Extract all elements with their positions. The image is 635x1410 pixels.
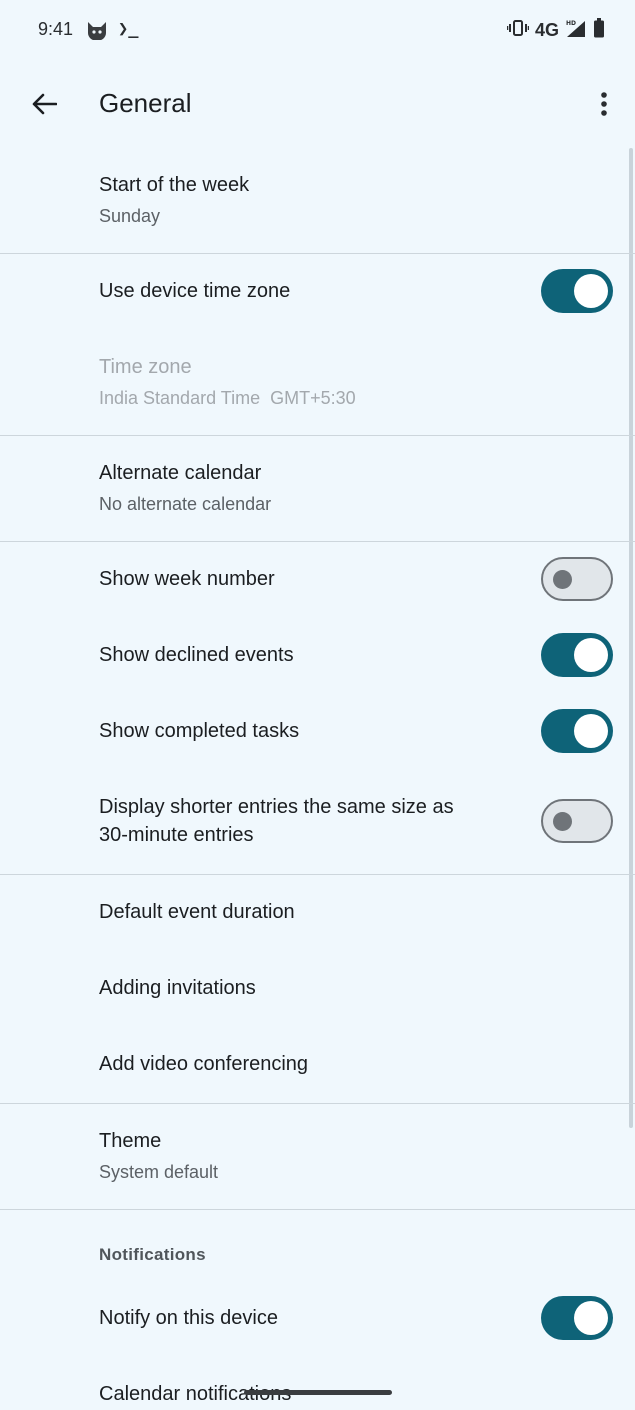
setting-title: Default event duration <box>99 901 295 923</box>
setting-title-line2: 30-minute entries <box>99 824 254 846</box>
setting-title: Adding invitations <box>99 977 256 999</box>
device-time-zone-toggle[interactable] <box>541 269 613 313</box>
setting-time-zone: Time zone India Standard Time GMT+5:30 <box>0 330 635 435</box>
setting-alternate-calendar[interactable]: Alternate calendar No alternate calendar <box>0 436 635 541</box>
toggle-knob <box>574 274 608 308</box>
hd-signal-icon: HD <box>565 18 587 43</box>
svg-text:HD: HD <box>566 20 576 27</box>
vibrate-icon <box>506 19 530 42</box>
status-bar: 9:41 ❯_ 4G HD <box>0 0 635 62</box>
completed-tasks-toggle[interactable] <box>541 709 613 753</box>
app-bar: General <box>0 62 635 146</box>
setting-title: Add video conferencing <box>99 1053 309 1075</box>
setting-add-video-conferencing[interactable]: Add video conferencing <box>0 1027 635 1103</box>
more-vert-icon[interactable] <box>591 86 617 122</box>
terminal-icon: ❯_ <box>118 19 139 39</box>
setting-title: Alternate calendar <box>99 462 262 484</box>
setting-title: Show completed tasks <box>99 720 300 742</box>
setting-title-line1: Display shorter entries the same size as <box>99 796 454 818</box>
setting-value: No alternate calendar <box>99 494 272 514</box>
home-indicator[interactable] <box>244 1390 392 1395</box>
page-title: General <box>99 88 192 118</box>
setting-value: System default <box>99 1162 219 1182</box>
toggle-knob <box>553 812 572 831</box>
toggle-knob <box>574 714 608 748</box>
notifications-section-header: Notifications <box>99 1245 206 1264</box>
setting-title: Theme <box>99 1130 162 1152</box>
setting-value: Sunday <box>99 206 161 226</box>
network-type: 4G <box>534 19 559 40</box>
status-time: 9:41 <box>38 19 74 39</box>
setting-calendar-notifications[interactable]: Calendar notifications <box>0 1356 635 1410</box>
setting-theme[interactable]: Theme System default <box>0 1104 635 1209</box>
toggle-knob <box>574 1301 608 1335</box>
setting-default-event-duration[interactable]: Default event duration <box>0 875 635 951</box>
setting-notify-on-device[interactable]: Notify on this device <box>0 1280 635 1356</box>
setting-display-shorter-entries[interactable]: Display shorter entries the same size as… <box>0 770 635 874</box>
setting-title: Start of the week <box>99 174 250 196</box>
status-icons: 4G HD <box>506 17 605 43</box>
setting-title: Use device time zone <box>99 280 291 302</box>
cat-icon <box>86 20 108 41</box>
shorter-entries-toggle[interactable] <box>541 799 613 843</box>
setting-title: Show week number <box>99 568 275 590</box>
notify-device-toggle[interactable] <box>541 1296 613 1340</box>
setting-show-week-number[interactable]: Show week number <box>0 542 635 618</box>
setting-title: Notify on this device <box>99 1307 278 1329</box>
setting-title: Time zone <box>99 356 192 378</box>
setting-start-of-week[interactable]: Start of the week Sunday <box>0 146 635 253</box>
setting-show-completed-tasks[interactable]: Show completed tasks <box>0 694 635 770</box>
battery-icon <box>593 17 605 43</box>
setting-use-device-time-zone[interactable]: Use device time zone <box>0 254 635 330</box>
setting-show-declined-events[interactable]: Show declined events <box>0 618 635 694</box>
back-arrow-icon[interactable] <box>26 86 62 122</box>
divider <box>0 1209 635 1210</box>
toggle-knob <box>553 570 572 589</box>
toggle-knob <box>574 638 608 672</box>
setting-title: Show declined events <box>99 644 294 666</box>
setting-adding-invitations[interactable]: Adding invitations <box>0 951 635 1027</box>
setting-value: India Standard Time GMT+5:30 <box>99 388 356 408</box>
week-number-toggle[interactable] <box>541 557 613 601</box>
declined-events-toggle[interactable] <box>541 633 613 677</box>
